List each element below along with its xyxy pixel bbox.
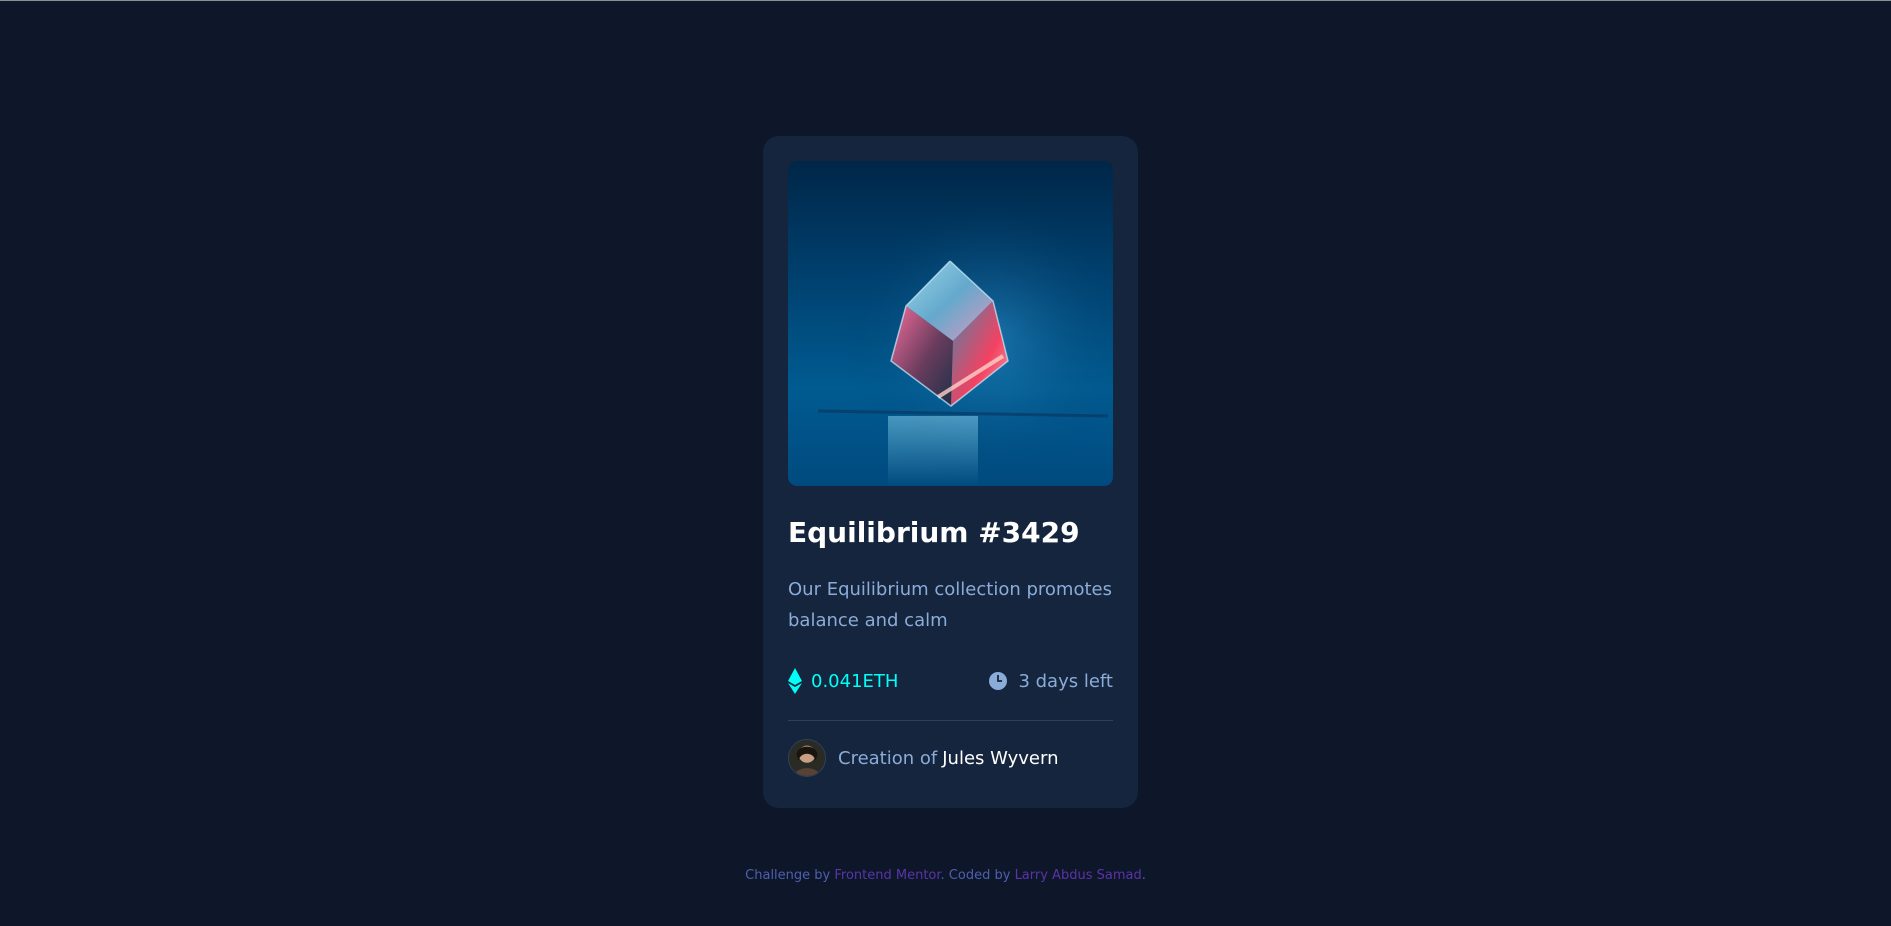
footer-suffix: . [1141, 868, 1146, 883]
top-border [0, 0, 1891, 1]
frontend-mentor-link[interactable]: Frontend Mentor [834, 868, 940, 883]
card-divider [788, 720, 1113, 721]
nft-description: Our Equilibrium collection promotes bala… [788, 579, 1112, 631]
price-info: 0.041ETH [788, 666, 898, 696]
footer-middle: . Coded by [940, 868, 1011, 883]
attribution-footer: Challenge by Frontend Mentor. Coded by L… [0, 868, 1891, 883]
creator-prefix: Creation of [838, 747, 938, 769]
author-link[interactable]: Larry Abdus Samad [1015, 868, 1142, 883]
creator-name-link[interactable]: Jules Wyvern [942, 748, 1058, 769]
nft-meta: 0.041ETH 3 days left [788, 666, 1113, 696]
nft-title[interactable]: Equilibrium #3429 [788, 516, 1080, 549]
time-left: 3 days left [1018, 670, 1113, 692]
footer-prefix: Challenge by [745, 868, 831, 883]
nft-card: Equilibrium #3429 Our Equilibrium collec… [763, 136, 1138, 808]
clock-icon [989, 672, 1008, 690]
price-value: 0.041ETH [811, 670, 899, 692]
time-info: 3 days left [989, 666, 1113, 696]
equilibrium-cube-image[interactable] [788, 161, 1113, 486]
ethereum-icon [788, 668, 802, 694]
creator-avatar [788, 739, 826, 777]
creator-row: Creation of Jules Wyvern [788, 739, 1058, 777]
